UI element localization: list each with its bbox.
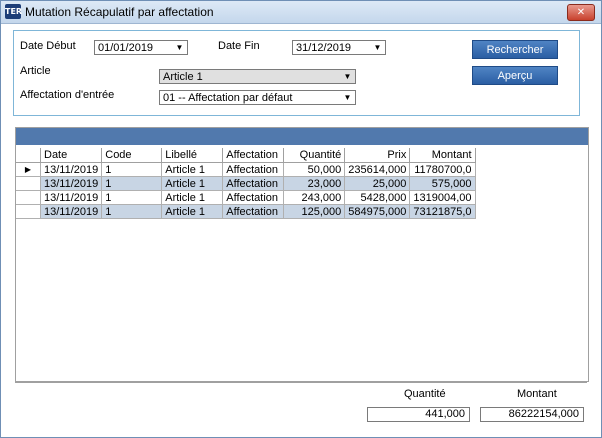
- cell-libelle[interactable]: Article 1: [161, 162, 224, 177]
- cell-prix[interactable]: 5428,000: [344, 190, 411, 205]
- cell-affectation[interactable]: Affectation: [222, 190, 285, 205]
- window-content: Date Début 01/01/2019 ▼ Date Fin 31/12/2…: [2, 24, 600, 436]
- cell-quantite[interactable]: 243,000: [283, 190, 346, 205]
- col-header-affectation[interactable]: Affectation: [222, 148, 285, 163]
- row-pointer-icon: ▶: [16, 162, 41, 177]
- col-header-date[interactable]: Date: [40, 148, 103, 163]
- chevron-down-icon: ▼: [343, 93, 352, 102]
- article-label: Article: [20, 65, 51, 77]
- cell-affectation[interactable]: Affectation: [222, 204, 285, 219]
- row-selector[interactable]: [16, 204, 41, 219]
- grid-header-row: Date Code Libellé Affectation Quantité P…: [16, 148, 476, 163]
- col-header-libelle[interactable]: Libellé: [161, 148, 224, 163]
- chevron-down-icon: ▼: [373, 43, 382, 52]
- affectation-value: 01 -- Affectation par défaut: [163, 92, 293, 104]
- col-header-prix[interactable]: Prix: [344, 148, 411, 163]
- total-quantite-label: Quantité: [404, 388, 446, 400]
- col-header-montant[interactable]: Montant: [409, 148, 476, 163]
- date-fin-value: 31/12/2019: [296, 42, 352, 54]
- cell-date[interactable]: 13/11/2019: [40, 176, 103, 191]
- date-debut-label: Date Début: [20, 40, 76, 52]
- window-title: Mutation Récapulatif par affectation: [25, 5, 214, 19]
- cell-libelle[interactable]: Article 1: [161, 176, 224, 191]
- cell-montant[interactable]: 73121875,0: [409, 204, 476, 219]
- cell-affectation[interactable]: Affectation: [222, 162, 285, 177]
- cell-code[interactable]: 1: [101, 176, 163, 191]
- table-row[interactable]: 13/11/2019 1 Article 1 Affectation 125,0…: [16, 204, 476, 219]
- filter-panel: Date Début 01/01/2019 ▼ Date Fin 31/12/2…: [13, 30, 580, 116]
- date-debut-value: 01/01/2019: [98, 42, 154, 54]
- rechercher-button[interactable]: Rechercher: [472, 40, 558, 59]
- cell-libelle[interactable]: Article 1: [161, 204, 224, 219]
- cell-quantite[interactable]: 50,000: [283, 162, 346, 177]
- totals-divider: [15, 382, 587, 383]
- chevron-down-icon: ▼: [343, 72, 352, 81]
- table-row[interactable]: 13/11/2019 1 Article 1 Affectation 243,0…: [16, 190, 476, 205]
- col-header-quantite[interactable]: Quantité: [283, 148, 346, 163]
- close-icon: ✕: [576, 7, 586, 18]
- cell-prix[interactable]: 235614,000: [344, 162, 411, 177]
- total-quantite-field[interactable]: 441,000: [367, 407, 470, 422]
- results-grid-panel: Date Code Libellé Affectation Quantité P…: [15, 127, 589, 382]
- apercu-button[interactable]: Aperçu: [472, 66, 558, 85]
- affectation-label: Affectation d'entrée: [20, 89, 115, 101]
- date-debut-picker[interactable]: 01/01/2019 ▼: [94, 40, 188, 55]
- cell-code[interactable]: 1: [101, 204, 163, 219]
- cell-quantite[interactable]: 23,000: [283, 176, 346, 191]
- cell-date[interactable]: 13/11/2019: [40, 162, 103, 177]
- chevron-down-icon: ▼: [175, 43, 184, 52]
- title-bar[interactable]: TER Mutation Récapulatif par affectation…: [1, 1, 601, 24]
- row-selector[interactable]: [16, 176, 41, 191]
- table-row[interactable]: ▶ 13/11/2019 1 Article 1 Affectation 50,…: [16, 162, 476, 177]
- cell-date[interactable]: 13/11/2019: [40, 204, 103, 219]
- cell-prix[interactable]: 25,000: [344, 176, 411, 191]
- row-selector-header: [16, 148, 41, 163]
- date-fin-picker[interactable]: 31/12/2019 ▼: [292, 40, 386, 55]
- article-select[interactable]: Article 1 ▼: [159, 69, 356, 84]
- cell-code[interactable]: 1: [101, 162, 163, 177]
- cell-montant[interactable]: 11780700,0: [409, 162, 476, 177]
- cell-montant[interactable]: 1319004,00: [409, 190, 476, 205]
- col-header-code[interactable]: Code: [101, 148, 163, 163]
- affectation-select[interactable]: 01 -- Affectation par défaut ▼: [159, 90, 356, 105]
- cell-libelle[interactable]: Article 1: [161, 190, 224, 205]
- cell-date[interactable]: 13/11/2019: [40, 190, 103, 205]
- row-selector[interactable]: [16, 190, 41, 205]
- app-icon: TER: [5, 4, 22, 19]
- article-value: Article 1: [163, 71, 203, 83]
- total-montant-label: Montant: [517, 388, 557, 400]
- cell-montant[interactable]: 575,000: [409, 176, 476, 191]
- cell-affectation[interactable]: Affectation: [222, 176, 285, 191]
- cell-code[interactable]: 1: [101, 190, 163, 205]
- results-grid[interactable]: Date Code Libellé Affectation Quantité P…: [16, 148, 476, 219]
- cell-quantite[interactable]: 125,000: [283, 204, 346, 219]
- cell-prix[interactable]: 584975,000: [344, 204, 411, 219]
- date-fin-label: Date Fin: [218, 40, 260, 52]
- close-button[interactable]: ✕: [567, 4, 595, 21]
- main-window: TER Mutation Récapulatif par affectation…: [0, 0, 602, 438]
- table-row[interactable]: 13/11/2019 1 Article 1 Affectation 23,00…: [16, 176, 476, 191]
- grid-group-bar: [16, 128, 588, 145]
- total-montant-field[interactable]: 86222154,000: [480, 407, 584, 422]
